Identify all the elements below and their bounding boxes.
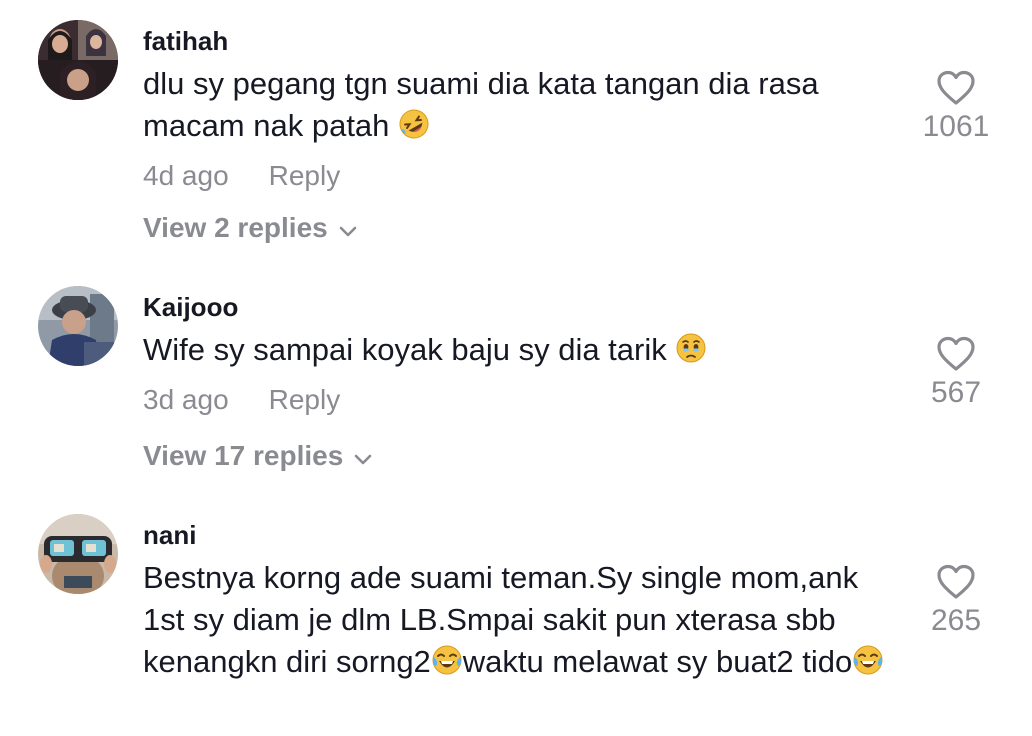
like-count: 265 — [930, 604, 982, 637]
comment-list: fatihah dlu sy pegang tgn suami dia kata… — [0, 0, 1032, 736]
chevron-down-icon — [353, 442, 373, 474]
like-area: 1061 — [911, 70, 1001, 144]
rolling-on-floor-laughing-emoji-icon — [398, 108, 430, 151]
tears-of-joy-emoji-icon — [852, 644, 884, 687]
comment-text: Bestnya korng ade suami teman.Sy single … — [143, 557, 903, 687]
comment-timestamp: 3d ago — [143, 384, 229, 415]
heart-icon[interactable] — [936, 336, 976, 372]
chevron-down-icon — [338, 214, 358, 246]
like-area: 567 — [911, 336, 1001, 410]
view-replies-button[interactable]: View 2 replies — [143, 212, 358, 246]
comment-text-body: Wife sy sampai koyak baju sy dia tarik — [143, 332, 667, 367]
like-count: 567 — [930, 376, 982, 409]
tears-of-joy-emoji-icon — [431, 644, 463, 687]
comment-text: Wife sy sampai koyak baju sy dia tarik — [143, 329, 903, 375]
username[interactable]: fatihah — [143, 26, 228, 56]
reply-button[interactable]: Reply — [269, 160, 341, 191]
comment-text: dlu sy pegang tgn suami dia kata tangan … — [143, 63, 903, 151]
reply-button[interactable]: Reply — [269, 384, 341, 415]
view-replies-label: View 17 replies — [143, 440, 344, 471]
comment-meta: 4d ago Reply — [143, 160, 340, 192]
comment-timestamp: 4d ago — [143, 160, 229, 191]
avatar[interactable] — [38, 514, 118, 594]
username[interactable]: nani — [143, 520, 196, 550]
avatar[interactable] — [38, 20, 118, 100]
like-count: 1061 — [922, 110, 990, 143]
view-replies-label: View 2 replies — [143, 212, 328, 243]
username[interactable]: Kaijooo — [143, 292, 238, 322]
like-area: 265 — [911, 564, 1001, 638]
comment-text-body: dlu sy pegang tgn suami dia kata tangan … — [143, 66, 819, 143]
avatar[interactable] — [38, 286, 118, 366]
heart-icon[interactable] — [936, 564, 976, 600]
heart-icon[interactable] — [936, 70, 976, 106]
comment-text-continuation: waktu melawat sy buat2 tido — [462, 644, 853, 679]
comment-meta: 3d ago Reply — [143, 384, 340, 416]
view-replies-button[interactable]: View 17 replies — [143, 440, 373, 474]
holding-back-tears-emoji-icon — [675, 332, 707, 375]
